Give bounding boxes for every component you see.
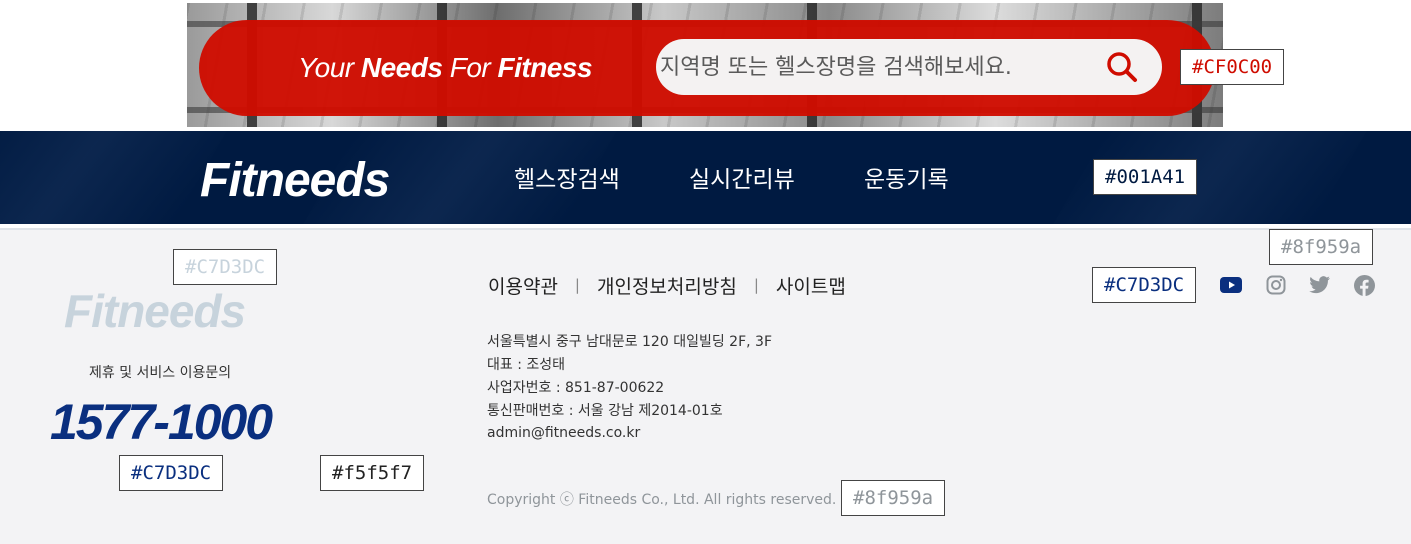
footer-link-privacy[interactable]: 개인정보처리방침 (597, 272, 737, 299)
nav-logo[interactable]: Fitneeds (200, 153, 390, 209)
slogan-text-4: Fitness (497, 52, 593, 83)
slogan-text-2: Needs (360, 52, 443, 83)
color-swatch-social: #C7D3DC (1092, 267, 1197, 303)
footer-link-terms[interactable]: 이용약관 (488, 272, 558, 299)
mail-order-number: 통신판매번호 : 서울 강남 제2014-01호 (487, 403, 723, 419)
nav-item-workout-log[interactable]: 운동기록 (864, 165, 949, 195)
business-number: 사업자번호 : 851-87-00622 (487, 380, 665, 396)
footer-link-separator: | (574, 276, 580, 294)
footer: Fitneeds 제휴 및 서비스 이용문의 1577-1000 이용약관 | … (0, 229, 1411, 544)
youtube-icon (1220, 277, 1242, 293)
copyright: Copyright ⓒ Fitneeds Co., Ltd. All right… (487, 492, 837, 508)
search-input[interactable] (656, 39, 1096, 95)
color-swatch-banner-red: #CF0C00 (1180, 49, 1285, 85)
footer-logo: Fitneeds (64, 285, 246, 337)
nav-item-gym-search[interactable]: 헬스장검색 (514, 165, 620, 195)
slogan-text-3: For (442, 52, 498, 83)
slogan-text-1: Your (298, 52, 361, 83)
footer-link-sitemap[interactable]: 사이트맵 (776, 272, 846, 299)
color-swatch-footer-logo: #C7D3DC (173, 249, 278, 285)
color-swatch-copyright: #8f959a (841, 480, 946, 516)
instagram-icon (1266, 275, 1286, 295)
search-icon (1107, 52, 1137, 82)
company-address: 서울특별시 중구 남대문로 120 대일빌딩 2F, 3F (487, 334, 772, 350)
banner-slogan: Your Needs For Fitness (298, 48, 593, 88)
instagram-link[interactable] (1264, 273, 1288, 297)
inquiry-label: 제휴 및 서비스 이용문의 (89, 365, 232, 381)
contact-email[interactable]: admin@fitneeds.co.kr (487, 423, 640, 443)
facebook-icon (1353, 274, 1375, 296)
twitter-icon (1309, 276, 1330, 294)
color-swatch-nav-navy: #001A41 (1093, 159, 1198, 195)
color-swatch-footer-bg: #f5f5f7 (320, 455, 425, 491)
footer-link-separator: | (753, 276, 759, 294)
company-ceo: 대표 : 조성태 (487, 357, 566, 373)
twitter-link[interactable] (1308, 273, 1332, 297)
facebook-link[interactable] (1352, 273, 1376, 297)
color-swatch-phone: #C7D3DC (119, 455, 224, 491)
main-navbar: Fitneeds 헬스장검색 실시간리뷰 운동기록 #001A41 (0, 131, 1411, 224)
color-swatch-icon-grey: #8f959a (1269, 229, 1374, 265)
youtube-link[interactable] (1219, 273, 1243, 297)
nav-item-live-review[interactable]: 실시간리뷰 (689, 165, 795, 195)
search-box (656, 39, 1162, 95)
footer-links: 이용약관 | 개인정보처리방침 | 사이트맵 (488, 272, 846, 298)
search-button[interactable] (1102, 49, 1142, 85)
phone-number: 1577-1000 (50, 394, 273, 450)
